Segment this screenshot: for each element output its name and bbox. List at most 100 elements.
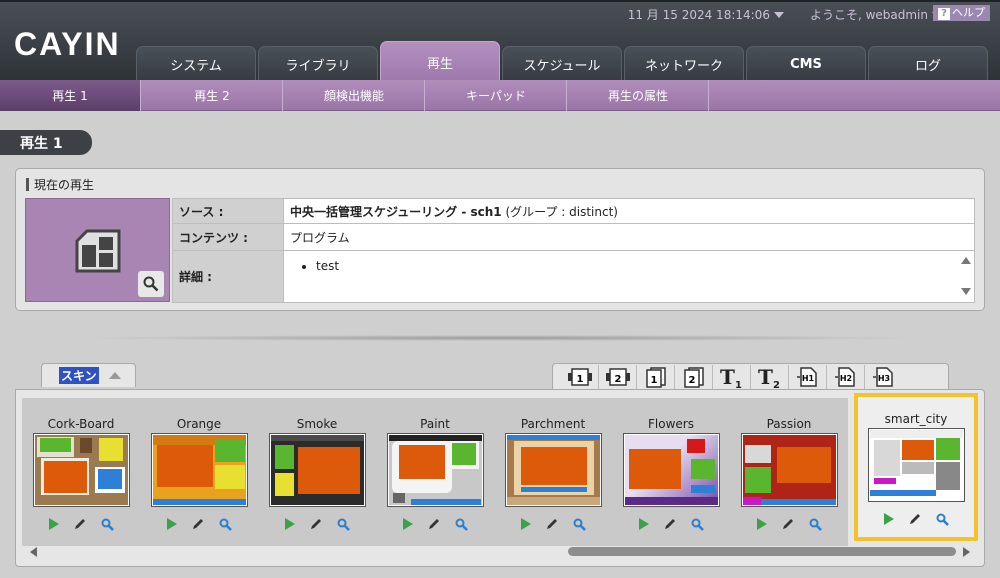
- svg-text:1: 1: [576, 374, 583, 385]
- magnifier-icon[interactable]: [101, 518, 114, 531]
- skin-actions: [858, 511, 974, 527]
- svg-text:1: 1: [650, 375, 657, 386]
- source-label: ソース :: [172, 198, 284, 224]
- skin-card-cork-board[interactable]: Cork-Board: [22, 398, 140, 546]
- edit-icon[interactable]: [309, 517, 323, 531]
- divider: [80, 335, 920, 341]
- datetime-text: 11 月 15 2024 18:14:06: [627, 7, 770, 22]
- svg-text:T: T: [720, 365, 735, 389]
- tab-network[interactable]: ネットワーク: [624, 46, 744, 82]
- subtab-playback-1[interactable]: 再生 1: [0, 80, 141, 111]
- play-icon[interactable]: [883, 513, 894, 525]
- skin-actions: [612, 516, 730, 532]
- tab-playback[interactable]: 再生: [380, 41, 500, 82]
- skin-name: Parchment: [520, 417, 586, 431]
- play-icon[interactable]: [402, 518, 413, 530]
- magnifier-icon[interactable]: [691, 518, 704, 531]
- scroll-up-icon[interactable]: [961, 257, 971, 264]
- play-icon[interactable]: [48, 518, 59, 530]
- skin-preview: [740, 433, 838, 507]
- edit-icon[interactable]: [908, 512, 922, 526]
- layout-3-button[interactable]: 1: [637, 365, 675, 389]
- welcome-text: ようこそ, webadmin: [809, 7, 928, 22]
- layout-4-button[interactable]: 2: [675, 365, 713, 389]
- tab-schedule[interactable]: スケジュール: [502, 46, 622, 82]
- skin-card-smoke[interactable]: Smoke: [258, 398, 376, 546]
- subtab-playback-2[interactable]: 再生 2: [142, 80, 283, 111]
- content-row: コンテンツ : プログラム: [172, 223, 975, 251]
- tab-system[interactable]: システム: [136, 46, 256, 82]
- help-icon: ?: [938, 8, 950, 20]
- text-2-button[interactable]: T2: [751, 365, 789, 389]
- tab-cms[interactable]: CMS: [746, 46, 866, 82]
- skin-preview: [32, 433, 130, 507]
- scroll-left-icon[interactable]: [30, 547, 37, 557]
- edit-icon[interactable]: [191, 517, 205, 531]
- html-1-button[interactable]: H1: [789, 365, 827, 389]
- panel-title-text: 現在の再生: [34, 178, 95, 192]
- edit-icon[interactable]: [427, 517, 441, 531]
- play-icon[interactable]: [520, 518, 531, 530]
- subtab-keypad[interactable]: キーパッド: [426, 80, 567, 111]
- datetime-dropdown[interactable]: 11 月 15 2024 18:14:06: [628, 6, 784, 23]
- zoom-button[interactable]: [138, 271, 164, 297]
- html-2-button[interactable]: H2: [827, 365, 865, 389]
- skin-card-parchment[interactable]: Parchment: [494, 398, 612, 546]
- skin-actions: [140, 516, 258, 532]
- skin-card-passion[interactable]: Passion: [730, 398, 848, 546]
- edit-icon[interactable]: [73, 517, 87, 531]
- scroll-down-icon[interactable]: [961, 288, 971, 295]
- svg-text:1: 1: [735, 380, 742, 389]
- skin-name: Smoke: [296, 417, 338, 431]
- content-label: コンテンツ :: [172, 223, 284, 251]
- subtab-face-detection[interactable]: 顔検出機能: [284, 80, 425, 111]
- skin-tab[interactable]: スキン: [41, 363, 136, 387]
- text-1-button[interactable]: T1: [713, 365, 751, 389]
- svg-text:H2: H2: [839, 374, 851, 383]
- collapse-icon[interactable]: [108, 372, 121, 379]
- scrollbar-thumb[interactable]: [568, 547, 956, 556]
- magnifier-icon[interactable]: [219, 518, 232, 531]
- text-2-icon: T2: [758, 365, 780, 389]
- subtab-playback-properties[interactable]: 再生の属性: [568, 80, 709, 111]
- play-icon[interactable]: [166, 518, 177, 530]
- edit-icon[interactable]: [545, 517, 559, 531]
- skin-actions: [376, 516, 494, 532]
- sub-nav: 再生 1 再生 2 顔検出機能 キーパッド 再生の属性: [0, 80, 1000, 111]
- html-2-icon: H2: [834, 367, 855, 387]
- user-menu[interactable]: ようこそ, webadmin: [810, 6, 942, 23]
- help-label: ヘルプ: [952, 6, 985, 19]
- skin-actions: [730, 516, 848, 532]
- details-scrollbar[interactable]: [961, 257, 971, 295]
- edit-icon[interactable]: [663, 517, 677, 531]
- gallery-scrollbar[interactable]: [26, 545, 974, 558]
- magnifier-icon[interactable]: [936, 513, 949, 526]
- source-row: ソース : 中央一括管理スケジューリング - sch1 (グループ : dist…: [172, 198, 975, 224]
- skin-preview: [504, 433, 602, 507]
- scroll-right-icon[interactable]: [963, 547, 970, 557]
- skin-card-orange[interactable]: Orange: [140, 398, 258, 546]
- layout-2-button[interactable]: 2: [599, 365, 637, 389]
- layout-3-icon: 1: [645, 367, 666, 388]
- layout-toolbar: 1 2 1 2 T1 T2 H1 H2 H3: [552, 363, 949, 390]
- magnifier-icon[interactable]: [809, 518, 822, 531]
- help-button[interactable]: ? ヘルプ: [933, 5, 990, 21]
- title-bar-icon: [26, 178, 29, 191]
- magnifier-icon[interactable]: [337, 518, 350, 531]
- layout-1-button[interactable]: 1: [561, 365, 599, 389]
- tab-log[interactable]: ログ: [868, 46, 988, 82]
- magnifier-icon[interactable]: [573, 518, 586, 531]
- tab-library[interactable]: ライブラリ: [258, 46, 378, 82]
- edit-icon[interactable]: [781, 517, 795, 531]
- magnifier-icon[interactable]: [455, 518, 468, 531]
- play-icon[interactable]: [638, 518, 649, 530]
- skin-name: Passion: [766, 417, 812, 431]
- play-icon[interactable]: [756, 518, 767, 530]
- source-value: 中央一括管理スケジューリング - sch1 (グループ : distinct): [283, 198, 975, 224]
- skin-card-smart-city[interactable]: smart_city: [854, 393, 978, 541]
- skin-card-paint[interactable]: Paint: [376, 398, 494, 546]
- play-icon[interactable]: [284, 518, 295, 530]
- html-3-button[interactable]: H3: [865, 365, 903, 389]
- skin-card-flowers[interactable]: Flowers: [612, 398, 730, 546]
- panel-title: 現在の再生: [26, 176, 94, 193]
